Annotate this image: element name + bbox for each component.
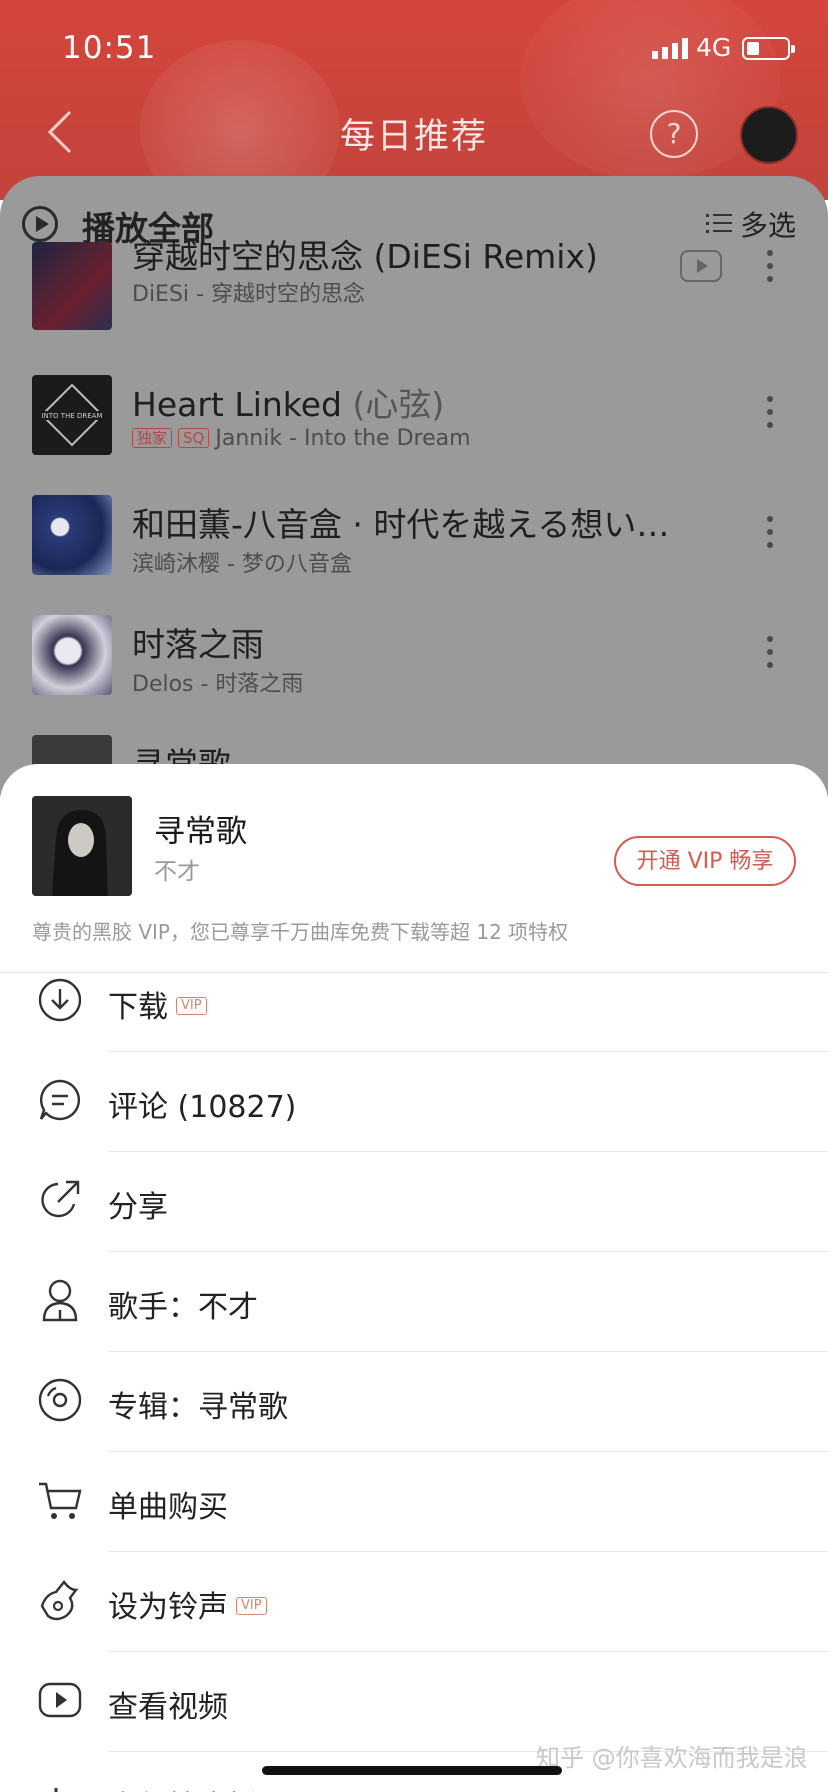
battery-icon [742, 37, 795, 60]
menu-share[interactable]: 分享 [0, 1152, 828, 1252]
singer-icon [42, 1279, 78, 1322]
menu-singer[interactable]: 歌手：不才 [0, 1252, 828, 1352]
menu-purchase[interactable]: 单曲购买 [0, 1452, 828, 1552]
cart-icon [39, 1482, 82, 1519]
menu-download[interactable]: 下载 VIP [0, 952, 828, 1052]
song-meta: Delos - 时落之雨 [132, 672, 304, 697]
song-options-sheet: 寻常歌 不才 开通 VIP 畅享 尊贵的黑胶 VIP，您已尊享千万曲库免费下载等… [0, 764, 828, 1792]
song-list-panel: 播放全部 多选 穿越时空的思念 (DiESi Remix) DiESi - 穿越… [0, 176, 828, 796]
song-meta: 独家 SQ Jannik - Into the Dream [132, 426, 471, 451]
watermark: 知乎 @你喜欢海而我是浪 [536, 1744, 808, 1772]
album-cover [32, 495, 112, 575]
song-title: Heart Linked (心弦) [132, 385, 445, 424]
exclusive-tag: 独家 [132, 428, 173, 448]
video-icon [38, 1682, 82, 1718]
menu-video[interactable]: 查看视频 [0, 1652, 828, 1752]
multi-select-label[interactable]: 多选 [740, 204, 796, 244]
menu-album[interactable]: 专辑：寻常歌 [0, 1352, 828, 1452]
sheet-album-cover [32, 796, 132, 896]
menu-label: 歌手：不才 [108, 1290, 258, 1325]
mv-play-icon[interactable] [680, 250, 722, 282]
now-playing-disc[interactable] [740, 106, 798, 164]
more-options-icon[interactable] [766, 396, 774, 436]
song-meta: DiESi - 穿越时空的思念 [132, 282, 365, 307]
vip-privilege-note: 尊贵的黑胶 VIP，您已尊享千万曲库免费下载等超 12 项特权 [32, 920, 569, 944]
network-label: 4G [696, 33, 732, 62]
home-indicator [262, 1766, 562, 1775]
song-title: 时落之雨 [132, 625, 264, 664]
more-options-icon[interactable] [766, 516, 774, 556]
menu-ringtone[interactable]: 设为铃声 VIP [0, 1552, 828, 1652]
song-title: 和田薫-八音盒 · 时代を越える想い… [132, 505, 670, 544]
status-time: 10:51 [62, 30, 157, 66]
song-title: 穿越时空的思念 (DiESi Remix) [132, 237, 598, 276]
sheet-song-title: 寻常歌 [154, 814, 247, 850]
album-cover [32, 242, 112, 330]
song-row[interactable]: 和田薫-八音盒 · 时代を越える想い… 滨崎沐樱 - 梦の八音盒 [0, 486, 828, 604]
menu-label: 分享 [108, 1190, 168, 1225]
help-button[interactable]: ? [650, 110, 698, 158]
album-cover [32, 615, 112, 695]
more-options-icon[interactable] [766, 636, 774, 676]
menu-label: 评论 (10827) [108, 1090, 297, 1125]
ringtone-icon [40, 1580, 79, 1621]
sheet-artist: 不才 [154, 859, 200, 885]
vip-tag: VIP [236, 1597, 267, 1615]
song-meta: 滨崎沐樱 - 梦の八音盒 [132, 552, 352, 577]
svg-text:INTO THE DREAM: INTO THE DREAM [41, 412, 102, 420]
album-cover: INTO THE DREAM [32, 375, 112, 455]
play-all-icon[interactable] [22, 206, 58, 242]
open-vip-button[interactable]: 开通 VIP 畅享 [614, 836, 796, 886]
share-icon [41, 1180, 80, 1218]
song-row[interactable]: 穿越时空的思念 (DiESi Remix) DiESi - 穿越时空的思念 [0, 237, 828, 366]
menu-comment[interactable]: 评论 (10827) [0, 1052, 828, 1152]
menu-label: 专辑：寻常歌 [108, 1390, 288, 1425]
menu-label: 查看视频 [108, 1690, 228, 1725]
menu-label: 单曲购买 [108, 1490, 228, 1525]
signal-icon [652, 38, 688, 59]
album-icon [38, 1378, 82, 1422]
page-title: 每日推荐 [339, 117, 488, 157]
menu-label: 设为铃声 VIP [108, 1582, 267, 1626]
header-bar: 10:51 4G 每日推荐 ? [0, 0, 828, 220]
menu-label: 下载 VIP [108, 982, 207, 1026]
more-options-icon[interactable] [766, 250, 774, 290]
menu-label: 人气榜应援 [108, 1782, 258, 1792]
vip-tag: VIP [176, 997, 207, 1015]
song-row[interactable]: 时落之雨 Delos - 时落之雨 [0, 606, 828, 724]
comment-icon [39, 1079, 81, 1121]
download-icon [38, 978, 82, 1022]
sq-tag: SQ [178, 428, 210, 448]
list-icon[interactable] [706, 212, 732, 236]
song-row[interactable]: INTO THE DREAM Heart Linked (心弦) 独家 SQ Jan… [0, 366, 828, 484]
chart-icon [54, 1788, 58, 1792]
